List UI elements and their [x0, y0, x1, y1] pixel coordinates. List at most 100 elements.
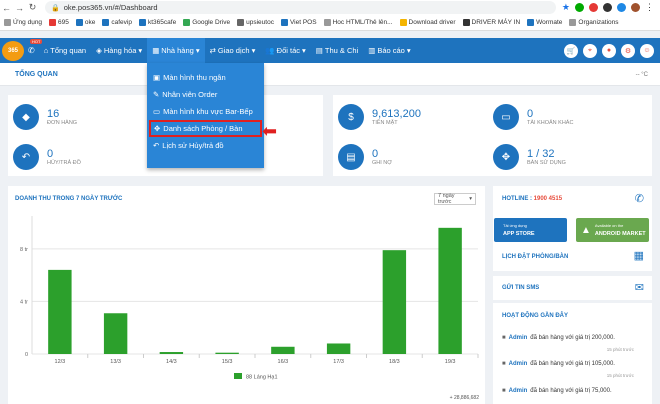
location-icon[interactable]: ⌖ — [583, 43, 597, 58]
x-tick-label: 14/3 — [166, 359, 177, 365]
bookmark-item[interactable]: Viet POS — [280, 19, 317, 26]
stat-debt[interactable]: ▤ 0 GHI NỢ — [338, 137, 392, 177]
stat-cash[interactable]: $ 9,613,200 TIỀN MẶT — [338, 97, 421, 137]
extension-icon[interactable] — [617, 3, 626, 12]
bookmark-item[interactable]: Wormate — [527, 19, 562, 26]
hot-badge: HOT — [30, 39, 43, 44]
menu-giao-dich[interactable]: ⇄ Giao dịch ▾ — [205, 38, 261, 63]
bookmark-item[interactable]: upsieutoc — [237, 19, 274, 26]
bookmark-item[interactable]: 695 — [49, 19, 69, 26]
page-title: TỔNG QUAN — [15, 71, 58, 78]
back-icon[interactable]: ← — [0, 3, 13, 13]
bookmarks-bar: Ứng dụng 695 oke cafevip kt365cafe Googl… — [0, 15, 660, 31]
stat-tables[interactable]: ✥ 1 / 32 BÀN SỬ DỤNG — [493, 137, 566, 177]
dropdown-item-kitchen[interactable]: ▭ Màn hình khu vực Bar-Bếp — [147, 103, 264, 120]
money-icon: ▤ — [315, 46, 323, 55]
chart-icon: ▥ — [368, 46, 376, 55]
browser-address-bar: ← → ↻ 🔒 oke.pos365.vn/#/Dashboard ★ ⋮ — [0, 0, 660, 15]
url-field[interactable]: 🔒 oke.pos365.vn/#/Dashboard — [45, 1, 556, 14]
bookmark-item[interactable]: DRIVER MÁY IN — [462, 19, 520, 26]
hotline-card: HOTLINE : 1900 4515 ✆ Tải ứng dụng APP ST… — [493, 186, 652, 246]
booking-card[interactable]: LỊCH ĐẶT PHÒNG/BÀN ▦ — [493, 243, 652, 271]
caret-down-icon: ▾ — [195, 46, 200, 55]
cashier-icon: ▣ — [153, 73, 161, 82]
cart-icon[interactable]: 🛒 — [564, 43, 578, 58]
dropdown-item-order-staff[interactable]: ✎ Nhân viên Order — [147, 86, 264, 103]
stat-orders[interactable]: ◆ 16 ĐƠN HÀNG — [13, 97, 77, 137]
caret-down-icon: ▾ — [406, 46, 411, 55]
url-text: oke.pos365.vn/#/Dashboard — [63, 3, 158, 12]
cart-icon: ■ — [502, 335, 506, 341]
x-tick-label: 13/3 — [110, 359, 121, 365]
menu-doi-tac[interactable]: 👥 Đối tác ▾ — [260, 38, 310, 63]
weather-readout: -- °C — [635, 72, 648, 78]
activity-time: 15 phút trước — [606, 373, 634, 378]
app-navbar: 365 ✆ HOT ⌂ Tổng quan ◈ Hàng hóa ▾ ▦ Nhà hàng… — [0, 38, 660, 63]
menu-hang-hoa[interactable]: ◈ Hàng hóa ▾ — [91, 38, 147, 63]
calendar-icon: ▦ — [633, 250, 644, 262]
bookmark-item[interactable]: oke — [75, 19, 95, 26]
android-market-button[interactable]: ▲ Available on the ANDROID MARKET — [576, 218, 649, 242]
menu-bao-cao[interactable]: ▥ Báo cáo ▾ — [363, 38, 415, 63]
lock-icon: 🔒 — [51, 4, 60, 12]
app-store-button[interactable]: Tải ứng dụng APP STORE — [494, 218, 567, 242]
envelope-icon: ✉ — [634, 282, 644, 294]
star-icon[interactable]: ★ — [562, 2, 570, 13]
forward-icon[interactable]: → — [13, 3, 26, 13]
monitor-icon: ▭ — [153, 107, 161, 116]
x-tick-label: 12/3 — [55, 359, 66, 365]
revenue-bar-chart: 0 4 tr 8 tr 12/3 13/3 14/3 15/3 16/3 17/3 18/3 19/… — [20, 216, 479, 401]
tag-icon: ◆ — [13, 104, 39, 130]
stats-right-card: $ 9,613,200 TIỀN MẶT ▤ 0 GHI NỢ ▭ 0 TÀI KHO… — [333, 95, 652, 176]
page-header: TỔNG QUAN -- °C — [0, 63, 660, 86]
menu-nha-hang[interactable]: ▦ Nhà hàng ▾ — [147, 38, 205, 63]
bar — [326, 343, 351, 354]
profile-avatar[interactable] — [631, 3, 640, 12]
bookmark-item[interactable]: cafevip — [102, 19, 132, 26]
edit-icon: ✎ — [153, 90, 160, 99]
dropdown-item-rooms-tables[interactable]: ✥ Danh sách Phòng / Bàn — [149, 120, 262, 137]
extension-icon[interactable] — [603, 3, 612, 12]
stat-returns[interactable]: ↶ 0 HỦY/TRẢ ĐỒ — [13, 137, 81, 177]
x-tick-label: 15/3 — [222, 359, 233, 365]
activity-item: ■ Admin đã bán hàng với giá trị 75,000. — [502, 388, 612, 394]
table-icon: ✥ — [154, 124, 161, 133]
bookmark-item[interactable]: Hoc HTML/Thẻ lên... — [323, 19, 393, 26]
x-tick-label: 17/3 — [333, 359, 344, 365]
bookmark-item[interactable]: Download driver — [399, 19, 456, 26]
bookmark-item[interactable]: Ứng dụng — [4, 19, 42, 26]
sms-card[interactable]: GỬI TIN SMS ✉ — [493, 276, 652, 300]
settings-icon[interactable]: ⚙ — [621, 43, 635, 58]
reload-icon[interactable]: ↻ — [26, 2, 39, 13]
cube-icon: ◈ — [96, 46, 102, 55]
dropdown-item-cancel-history[interactable]: ↶ Lịch sử Hủy/trả đồ — [147, 137, 264, 154]
menu-thu-chi[interactable]: ▤ Thu & Chi — [311, 38, 363, 63]
pin-icon[interactable]: ● — [602, 43, 616, 58]
bookmark-item[interactable]: kt365cafe — [139, 19, 176, 26]
dropdown-item-cashier[interactable]: ▣ Màn hình thu ngân — [147, 69, 264, 86]
arrow-left-icon: ⬅ — [262, 121, 278, 141]
app-logo[interactable]: 365 — [2, 40, 24, 61]
caret-down-icon: ▾ — [251, 46, 256, 55]
phone-icon[interactable]: ✆ HOT — [28, 39, 43, 55]
undo-icon: ↶ — [153, 141, 160, 150]
phone-icon[interactable]: ✆ — [635, 192, 644, 205]
y-tick-label: 0 — [25, 352, 28, 358]
cart-icon: ■ — [502, 388, 506, 394]
user-icon[interactable]: ☺ — [640, 43, 654, 58]
home-icon: ⌂ — [43, 46, 49, 55]
exchange-icon: ⇄ — [209, 46, 216, 55]
extension-icon[interactable] — [589, 3, 598, 12]
extension-icon[interactable] — [575, 3, 584, 12]
stat-other-account[interactable]: ▭ 0 TÀI KHOẢN KHÁC — [493, 97, 573, 137]
bookmark-item[interactable]: Organizations — [569, 19, 619, 26]
legend-swatch — [234, 373, 242, 379]
menu-dots-icon[interactable]: ⋮ — [645, 2, 654, 13]
android-icon: ▲ — [581, 224, 591, 236]
bookmark-item[interactable]: Google Drive — [183, 19, 230, 26]
caret-down-icon: ▾ — [302, 46, 306, 55]
booking-label: LỊCH ĐẶT PHÒNG/BÀN — [502, 254, 569, 260]
id-card-icon: ▤ — [338, 144, 364, 170]
menu-tong-quan[interactable]: ⌂ Tổng quan — [39, 38, 91, 63]
main-menu: ⌂ Tổng quan ◈ Hàng hóa ▾ ▦ Nhà hàng ▾ ⇄ Giao d… — [39, 38, 416, 63]
